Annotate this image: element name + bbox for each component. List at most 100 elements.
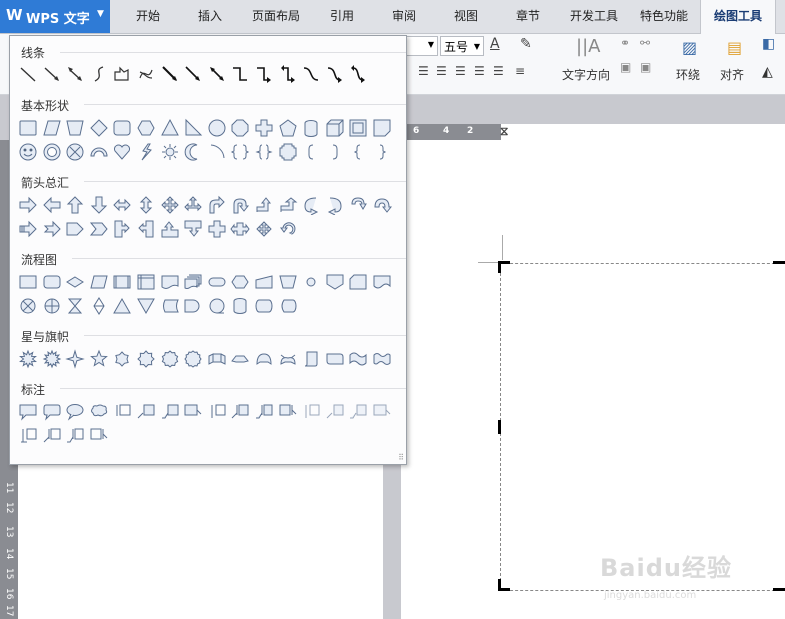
basic-shape[interactable] [136,142,156,162]
callout-shape[interactable] [89,426,109,446]
basic-shape[interactable] [160,142,180,162]
tab-chapter[interactable]: 章节 [506,0,550,33]
basic-shape[interactable] [183,118,203,138]
line-shape[interactable] [278,64,298,84]
align-center-icon[interactable]: ☰ [436,64,447,78]
flowchart-shape[interactable] [278,272,298,292]
flowchart-shape[interactable] [207,272,227,292]
basic-shape[interactable] [18,118,38,138]
star-banner-shape[interactable] [254,349,274,369]
line-shape[interactable] [348,64,368,84]
tab-insert[interactable]: 插入 [186,0,234,33]
basic-shape[interactable] [301,118,321,138]
arrow-shape[interactable] [207,195,227,215]
wrap-icon[interactable]: ▨ [682,38,697,57]
flowchart-shape[interactable] [254,272,274,292]
ruler-indent-marker[interactable]: ⧖ [500,124,508,139]
arrow-shape[interactable] [42,219,62,239]
arrow-shape[interactable] [301,195,321,215]
flowchart-shape[interactable] [160,296,180,316]
basic-shape[interactable] [207,142,227,162]
resize-handle[interactable] [498,261,501,273]
star-banner-shape[interactable] [42,349,62,369]
star-banner-shape[interactable] [112,349,132,369]
drawing-canvas[interactable] [500,263,785,591]
basic-shape[interactable] [372,142,392,162]
tab-developer[interactable]: 开发工具 [564,0,624,33]
tab-special[interactable]: 特色功能 [634,0,694,33]
line-shape[interactable] [301,64,321,84]
align-right-icon[interactable]: ☰ [455,64,466,78]
callout-shape[interactable] [160,402,180,422]
flowchart-shape[interactable] [348,272,368,292]
basic-shape[interactable] [112,118,132,138]
text-direction-icon[interactable]: ||A [576,36,600,57]
basic-shape[interactable] [278,118,298,138]
flowchart-shape[interactable] [112,272,132,292]
basic-shape[interactable] [325,142,345,162]
line-shape[interactable] [42,64,62,84]
font-color-icon[interactable]: A [490,36,500,52]
line-shape[interactable] [254,64,274,84]
flowchart-shape[interactable] [160,272,180,292]
arrow-shape[interactable] [65,195,85,215]
basic-shape[interactable] [230,118,250,138]
basic-shape[interactable] [89,118,109,138]
star-banner-shape[interactable] [65,349,85,369]
flowchart-shape[interactable] [278,296,298,316]
callout-shape[interactable] [136,402,156,422]
basic-shape[interactable] [230,142,250,162]
line-shape[interactable] [65,64,85,84]
justify-icon[interactable]: ☰ [474,64,485,78]
basic-shape[interactable] [348,142,368,162]
basic-shape[interactable] [42,142,62,162]
flowchart-shape[interactable] [112,296,132,316]
arrow-shape[interactable] [183,219,203,239]
unlink-icon[interactable]: ⚯ [640,36,650,50]
basic-shape[interactable] [183,142,203,162]
basic-shape[interactable] [160,118,180,138]
callout-shape[interactable] [89,402,109,422]
font-size-select[interactable]: 五号 ▼ [440,36,484,56]
tab-home[interactable]: 开始 [124,0,172,33]
basic-shape[interactable] [65,142,85,162]
flowchart-shape[interactable] [230,272,250,292]
star-banner-shape[interactable] [136,349,156,369]
flowchart-shape[interactable] [42,296,62,316]
tab-page-layout[interactable]: 页面布局 [246,0,306,33]
basic-shape[interactable] [136,118,156,138]
line-shape[interactable] [18,64,38,84]
star-banner-shape[interactable] [18,349,38,369]
resize-handle[interactable] [498,420,501,434]
callout-shape[interactable] [254,402,274,422]
arrow-shape[interactable] [160,195,180,215]
arrow-shape[interactable] [160,219,180,239]
flowchart-shape[interactable] [65,296,85,316]
flowchart-shape[interactable] [42,272,62,292]
line-shape[interactable] [230,64,250,84]
align-objects-icon[interactable]: ▤ [727,38,742,57]
flowchart-shape[interactable] [18,272,38,292]
star-banner-shape[interactable] [160,349,180,369]
arrow-shape[interactable] [136,195,156,215]
line-shape[interactable] [89,64,109,84]
basic-shape[interactable] [65,118,85,138]
flowchart-shape[interactable] [18,296,38,316]
tab-review[interactable]: 审阅 [382,0,426,33]
basic-shape[interactable] [207,118,227,138]
text-direction-label[interactable]: 文字方向 [562,66,610,83]
resize-handle[interactable] [498,579,501,591]
callout-shape[interactable] [348,402,368,422]
flowchart-shape[interactable] [136,296,156,316]
arrow-shape[interactable] [18,219,38,239]
basic-shape[interactable] [325,118,345,138]
arrow-shape[interactable] [112,195,132,215]
callout-shape[interactable] [230,402,250,422]
flowchart-shape[interactable] [89,296,109,316]
flowchart-shape[interactable] [301,272,321,292]
callout-shape[interactable] [112,402,132,422]
line-shape[interactable] [160,64,180,84]
arrow-shape[interactable] [230,195,250,215]
callout-shape[interactable] [42,426,62,446]
arrow-shape[interactable] [42,195,62,215]
